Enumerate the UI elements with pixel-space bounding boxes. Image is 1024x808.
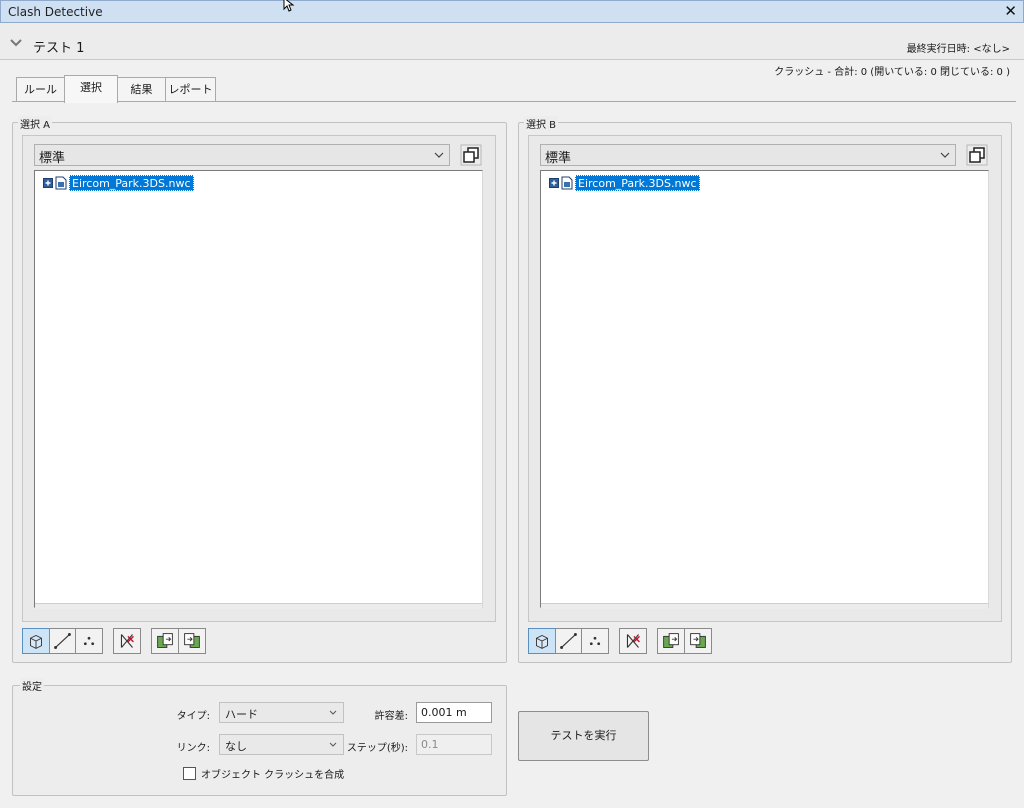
composite-clash-label: オブジェクト クラッシュを合成 <box>201 770 345 781</box>
use-current-selection-icon[interactable] <box>657 628 685 654</box>
chevron-down-icon <box>329 742 337 747</box>
mouse-cursor-icon <box>283 0 295 12</box>
tab-report[interactable]: レポート <box>165 77 216 102</box>
last-run-info: 最終実行日時: <なし> <box>906 44 1010 55</box>
selection-a-legend: 選択 A <box>18 116 53 131</box>
test-header[interactable]: テスト 1 最終実行日時: <なし> <box>0 23 1024 60</box>
link-label: リンク: <box>176 743 210 754</box>
composite-clash-checkbox[interactable] <box>183 767 196 780</box>
expand-plus-icon[interactable] <box>549 178 559 188</box>
tab-rules[interactable]: ルール <box>16 77 65 102</box>
use-current-selection-icon[interactable] <box>151 628 179 654</box>
selection-b-mode-value: 標準 <box>545 151 572 166</box>
link-value: なし <box>225 740 247 753</box>
surfaces-toggle-icon[interactable] <box>22 628 50 654</box>
selection-b-sets-icon[interactable] <box>966 144 988 166</box>
nwc-file-icon <box>561 176 573 190</box>
lines-toggle-icon[interactable] <box>555 628 582 654</box>
chevron-down-icon <box>329 710 337 715</box>
self-intersect-icon[interactable] <box>619 628 647 654</box>
nwc-file-icon <box>55 176 67 190</box>
tolerance-input[interactable]: 0.001 m <box>416 702 492 723</box>
selection-b-mode-select[interactable]: 標準 <box>540 144 956 166</box>
window-title: Clash Detective <box>8 5 103 19</box>
selection-a-mode-select[interactable]: 標準 <box>34 144 450 166</box>
selection-b-tree[interactable]: Eircom_Park.3DS.nwc <box>540 170 989 608</box>
surfaces-toggle-icon[interactable] <box>528 628 556 654</box>
selection-a-mode-value: 標準 <box>39 151 66 166</box>
lines-toggle-icon[interactable] <box>49 628 76 654</box>
step-label: ステップ(秒): <box>346 743 408 754</box>
tolerance-label: 許容差: <box>374 711 408 722</box>
self-intersect-icon[interactable] <box>113 628 141 654</box>
title-bar[interactable]: Clash Detective ✕ <box>0 0 1024 23</box>
chevron-down-icon[interactable] <box>10 39 22 47</box>
step-input[interactable]: 0.1 <box>416 734 492 755</box>
points-toggle-icon[interactable] <box>75 628 103 654</box>
tab-select[interactable]: 選択 <box>64 75 118 103</box>
tab-results[interactable]: 結果 <box>117 77 166 102</box>
clash-summary: クラッシュ - 合計: 0 (開いている: 0 閉じている: 0 ) <box>774 67 1010 78</box>
run-test-button[interactable]: テストを実行 <box>518 711 649 761</box>
tree-item-label[interactable]: Eircom_Park.3DS.nwc <box>69 175 194 191</box>
close-button[interactable]: ✕ <box>1004 2 1017 20</box>
tree-item-label[interactable]: Eircom_Park.3DS.nwc <box>575 175 700 191</box>
type-select[interactable]: ハード <box>219 702 344 723</box>
select-in-scene-icon[interactable] <box>684 628 712 654</box>
points-toggle-icon[interactable] <box>581 628 609 654</box>
type-value: ハード <box>225 708 258 721</box>
selection-b-legend: 選択 B <box>524 116 559 131</box>
selection-a-scrollbar[interactable] <box>35 603 482 609</box>
link-select[interactable]: なし <box>219 734 344 755</box>
selection-a-sets-icon[interactable] <box>460 144 482 166</box>
chevron-down-icon <box>434 152 444 158</box>
selection-a-tree[interactable]: Eircom_Park.3DS.nwc <box>34 170 483 608</box>
settings-legend: 設定 <box>20 678 44 693</box>
expand-plus-icon[interactable] <box>43 178 53 188</box>
test-name: テスト 1 <box>33 41 85 56</box>
chevron-down-icon <box>940 152 950 158</box>
select-in-scene-icon[interactable] <box>178 628 206 654</box>
tab-divider <box>12 101 1016 102</box>
selection-b-scrollbar[interactable] <box>541 603 988 609</box>
type-label: タイプ: <box>176 711 210 722</box>
